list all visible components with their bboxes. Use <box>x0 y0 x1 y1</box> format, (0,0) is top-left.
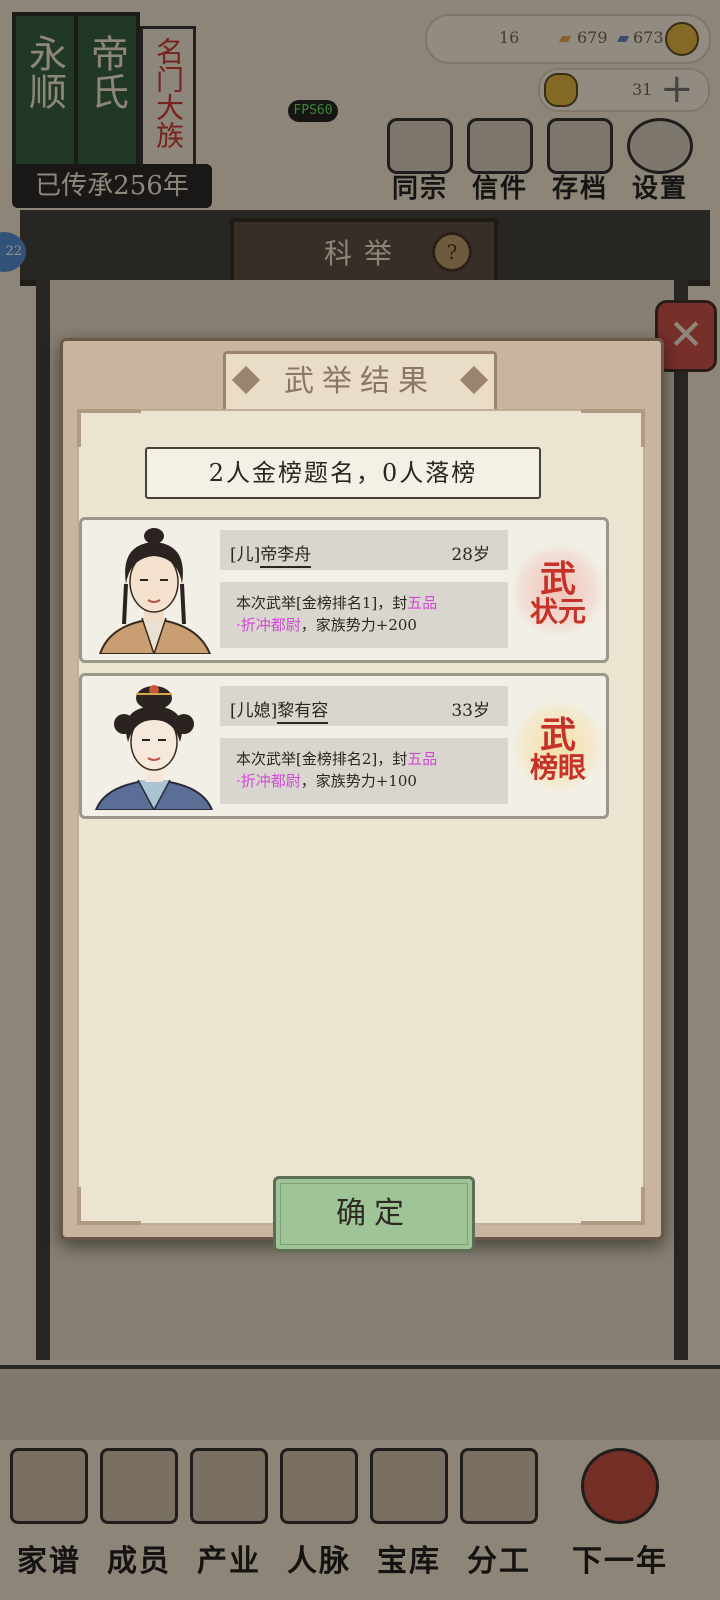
stamp-text-line2: 榜眼 <box>529 751 586 784</box>
member-name-row: [儿媳]黎有容 33岁 <box>220 686 508 726</box>
official-rank: 五品 <box>407 750 438 768</box>
dialog-body: 2人金榜题名，0人落榜 [儿]帝李舟 28岁 本次武举[金榜排名1]，封五品 ·… <box>77 409 645 1252</box>
result-description: 本次武举[金榜排名1]，封五品 ·折冲都尉，家族势力+200 <box>220 582 508 648</box>
dialog-title-plaque: 武举结果 <box>223 351 497 413</box>
member-age: 33岁 <box>451 701 490 721</box>
stamp-text-line2: 状元 <box>529 595 586 628</box>
result-description: 本次武举[金榜排名2]，封五品 ·折冲都尉，家族势力+100 <box>220 738 508 804</box>
rank-stamp-second: 武 榜眼 <box>512 700 604 792</box>
ornament-diamond-icon <box>231 365 261 395</box>
corner-ornament <box>581 1187 645 1225</box>
relation-tag: [儿媳] <box>230 701 278 721</box>
confirm-button[interactable]: 确定 <box>273 1176 475 1252</box>
member-name-row: [儿]帝李舟 28岁 <box>220 530 508 570</box>
member-name[interactable]: 黎有容 <box>277 701 329 724</box>
desc-text: 本次武举[金榜排名1]，封 <box>236 594 408 612</box>
confirm-label: 确定 <box>336 1196 412 1231</box>
result-card[interactable]: [儿]帝李舟 28岁 本次武举[金榜排名1]，封五品 ·折冲都尉，家族势力+20… <box>79 517 609 663</box>
official-rank: 五品 <box>407 594 438 612</box>
influence-gain: ，家族势力+200 <box>300 616 417 634</box>
relation-tag: [儿] <box>230 545 261 565</box>
member-age: 28岁 <box>451 545 490 565</box>
desc-text: 本次武举[金榜排名2]，封 <box>236 750 408 768</box>
member-name[interactable]: 帝李舟 <box>260 545 312 568</box>
ornament-diamond-icon <box>459 365 489 395</box>
corner-ornament <box>77 409 141 447</box>
dialog-title: 武举结果 <box>284 364 436 399</box>
corner-ornament <box>581 409 645 447</box>
rank-stamp-champion: 武 状元 <box>512 544 604 636</box>
portrait-avatar <box>90 524 218 654</box>
corner-ornament <box>77 1187 141 1225</box>
official-title: ·折冲都尉 <box>236 616 301 634</box>
exam-result-dialog: 武举结果 2人金榜题名，0人落榜 [儿]帝李舟 28岁 本次武举[金榜排名1]，… <box>60 338 664 1252</box>
official-title: ·折冲都尉 <box>236 772 301 790</box>
result-card[interactable]: [儿媳]黎有容 33岁 本次武举[金榜排名2]，封五品 ·折冲都尉，家族势力+1… <box>79 673 609 819</box>
influence-gain: ，家族势力+100 <box>300 772 417 790</box>
result-summary: 2人金榜题名，0人落榜 <box>145 447 541 499</box>
portrait-avatar <box>90 680 218 810</box>
